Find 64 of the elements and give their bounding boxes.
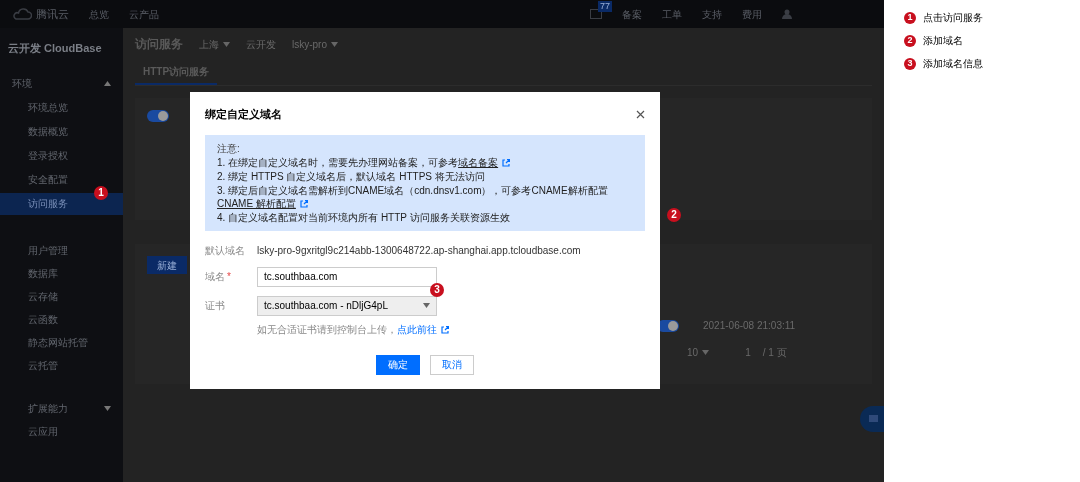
nav-link[interactable]: 总览: [89, 6, 109, 22]
step-marker: 1: [94, 185, 108, 200]
nav-link[interactable]: 支持: [702, 6, 722, 22]
nav-link[interactable]: 费用: [742, 6, 762, 22]
field-label: 默认域名: [205, 243, 246, 258]
notice-heading: 注意:: [217, 141, 241, 155]
caret-icon: [331, 41, 338, 47]
notice-line: 4. 自定义域名配置对当前环境内所有 HTTP 访问服务关联资源生效: [217, 210, 511, 224]
sidebar-item[interactable]: 数据概览: [0, 120, 123, 143]
env-label: 云开发: [246, 37, 276, 52]
sidebar-item[interactable]: 环境总览: [0, 96, 123, 119]
sidebar-item[interactable]: 云函数: [0, 307, 123, 331]
sidebar-group[interactable]: 环境: [12, 76, 32, 91]
sidebar-item[interactable]: 静态网站托管: [0, 330, 123, 354]
notice-line: 3. 绑定后自定义域名需解析到CNAME域名（cdn.dnsv1.com），可参考CNAME解析配置 CNAME 解析配置: [217, 183, 609, 210]
certificate-select[interactable]: tc.southbaa.com - nDljG4pL: [257, 295, 437, 316]
page-size-select[interactable]: 10: [687, 345, 710, 360]
sidebar-item[interactable]: 云应用: [28, 423, 58, 439]
sidebar-item[interactable]: 扩展能力: [28, 400, 68, 416]
caret-icon: [702, 350, 710, 355]
dialog-title: 绑定自定义域名: [205, 107, 282, 122]
nav-link[interactable]: 备案: [622, 6, 642, 22]
toggle-switch[interactable]: [147, 110, 169, 122]
hint-text: 如无合适证书请到控制台上传，: [257, 323, 397, 335]
sidebar-item[interactable]: 数据库: [0, 261, 123, 285]
field-label: 证书: [205, 299, 226, 313]
step-marker: 3: [430, 282, 444, 297]
nav-link[interactable]: 工单: [662, 6, 682, 22]
step-marker: 2: [904, 34, 916, 47]
sidebar-item[interactable]: 云托管: [0, 353, 123, 377]
sidebar-title: 云开发 CloudBase: [7, 41, 103, 56]
sidebar-item[interactable]: 用户管理: [0, 238, 123, 262]
page-total: / 1 页: [762, 346, 787, 360]
notice-link[interactable]: CNAME 解析配置: [217, 197, 296, 209]
cancel-button[interactable]: 取消: [430, 354, 474, 375]
annotation-text: 添加域名: [923, 34, 963, 48]
message-count: 77: [598, 1, 612, 12]
annotation-text: 添加域名信息: [923, 57, 983, 71]
default-domain-value: lsky-pro-9gxritgl9c214abb-1300648722.ap-shanghai.app.tcloudbase.com: [257, 243, 581, 258]
step-marker: 1: [904, 11, 916, 24]
notice-line: 2. 绑定 HTTPS 自定义域名后，默认域名 HTTPS 将无法访问: [217, 169, 486, 183]
notice-line: 1. 在绑定自定义域名时，需要先办理网站备案，可参考域名备案: [217, 155, 633, 169]
table-cell-text: 2021-06-08 21:03:11: [703, 319, 796, 333]
nav-link[interactable]: 云产品: [129, 6, 159, 22]
sidebar-item[interactable]: 登录授权: [0, 144, 123, 167]
notice-link[interactable]: 域名备案: [458, 156, 499, 168]
required-mark: *: [227, 270, 231, 284]
external-link-icon: [299, 199, 308, 208]
field-label: 域名: [205, 270, 225, 284]
new-button[interactable]: 新建: [147, 256, 187, 274]
confirm-button[interactable]: 确定: [376, 354, 420, 375]
caret-icon: [223, 41, 230, 47]
page-number: 1: [745, 346, 751, 360]
step-marker: 3: [904, 57, 916, 70]
close-icon[interactable]: [636, 109, 645, 119]
caret-icon: [423, 303, 430, 308]
env-select[interactable]: lsky-pro: [292, 36, 338, 52]
logo-text: 腾讯云: [36, 6, 69, 22]
external-link-icon: [502, 158, 511, 167]
annotation-text: 点击访问服务: [923, 11, 983, 25]
sidebar-item[interactable]: 云存储: [0, 284, 123, 308]
hint-link[interactable]: 点此前往: [397, 323, 437, 335]
external-link-icon: [441, 325, 449, 334]
cloud-logo-icon: [12, 8, 32, 20]
